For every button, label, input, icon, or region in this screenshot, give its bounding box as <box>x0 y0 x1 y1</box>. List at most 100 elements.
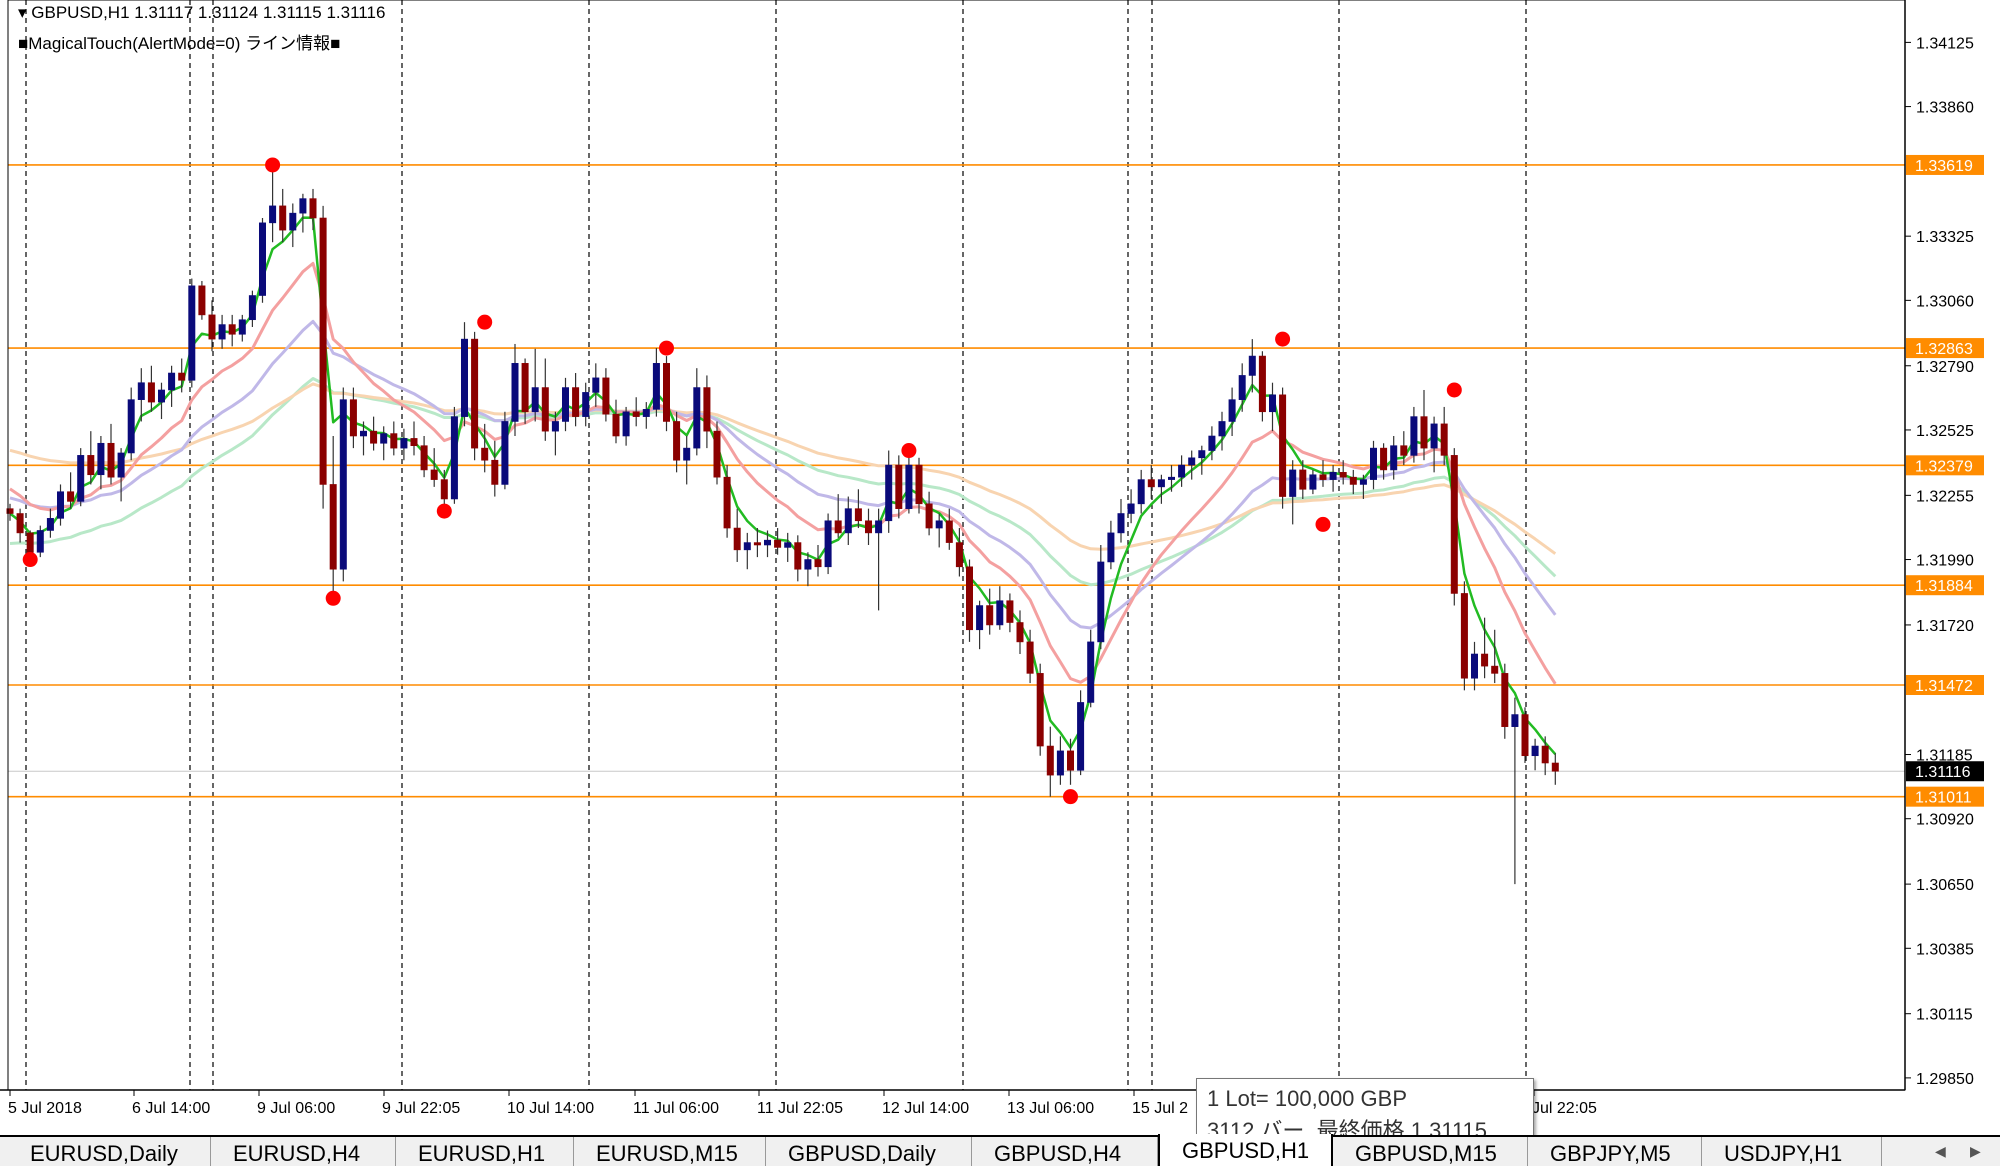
candle-bear <box>178 372 186 381</box>
candle-bull <box>269 205 277 224</box>
candle-bull <box>1157 479 1165 488</box>
level-price-label: 1.32379 <box>1915 458 1973 475</box>
candle-bear <box>713 430 721 478</box>
candle-bull <box>1329 472 1337 480</box>
candle-bull <box>1410 416 1418 456</box>
candle-bull <box>400 438 408 449</box>
candle-bull <box>299 198 307 214</box>
candle-bear <box>481 447 489 461</box>
time-tick-label: 12 Jul 14:00 <box>882 1100 969 1117</box>
tab-eurusd-h4[interactable]: EURUSD,H4 <box>211 1137 396 1166</box>
candle-bear <box>753 542 761 546</box>
candle-bear <box>814 559 822 568</box>
candle-bull <box>258 222 266 296</box>
tab-eurusd-daily[interactable]: EURUSD,Daily <box>8 1137 211 1166</box>
swing-point-marker <box>477 314 493 330</box>
candle-bear <box>1339 472 1347 478</box>
time-tick-label: 6 Jul 14:00 <box>132 1100 210 1117</box>
chart-tabs-bar: EURUSD,Daily EURUSD,H4 EURUSD,H1 EURUSD,… <box>0 1134 2000 1166</box>
candle-bear <box>309 198 317 219</box>
candle-bull <box>1137 479 1145 505</box>
candle-bear <box>147 382 155 403</box>
candle-bear <box>26 532 34 553</box>
candle-bull <box>218 324 226 340</box>
tab-eurusd-m15[interactable]: EURUSD,M15 <box>574 1137 766 1166</box>
candle-bull <box>622 411 630 437</box>
candle-bull <box>905 464 913 509</box>
tab-scroll-right-icon[interactable]: ▶ <box>1970 1143 1981 1160</box>
candle-bear <box>410 438 418 446</box>
candle-bear <box>925 503 933 529</box>
candle-bear <box>834 520 842 534</box>
candle-bull <box>1117 513 1125 534</box>
candle-bull <box>1218 421 1226 437</box>
swing-point-marker <box>1446 382 1462 398</box>
tab-usdjpy-h1[interactable]: USDJPY,H1 <box>1702 1137 1882 1166</box>
candle-bear <box>1067 750 1075 771</box>
price-tick-label: 1.32525 <box>1916 423 1974 440</box>
tab-gbpusd-h4[interactable]: GBPUSD,H4 <box>972 1137 1158 1166</box>
tab-label: EURUSD,H4 <box>233 1141 361 1166</box>
level-price-label: 1.31884 <box>1915 578 1973 595</box>
candle-bull <box>561 387 569 422</box>
tab-label: GBPUSD,H4 <box>994 1141 1122 1166</box>
candle-bull <box>743 542 751 551</box>
candle-bear <box>390 433 398 449</box>
candle-bull <box>1390 445 1398 471</box>
time-tick-label: 9 Jul 06:00 <box>257 1100 335 1117</box>
price-tick-label: 1.33060 <box>1916 293 1974 310</box>
candle-bull <box>1289 469 1297 497</box>
candle-bear <box>1380 447 1388 471</box>
candle-bear <box>349 399 357 437</box>
candle-bull <box>1228 399 1236 422</box>
candle-bear <box>319 217 327 485</box>
candle-bear <box>1279 394 1287 497</box>
time-tick-label: 9 Jul 22:05 <box>382 1100 460 1117</box>
tab-gbpusd-m15[interactable]: GBPUSD,M15 <box>1333 1137 1528 1166</box>
candle-bull <box>188 285 196 381</box>
tab-eurusd-h1[interactable]: EURUSD,H1 <box>396 1137 574 1166</box>
chart-menu-arrow-icon[interactable]: ▾ <box>18 3 27 22</box>
candle-bear <box>632 411 640 417</box>
price-tick-label: 1.30115 <box>1916 1007 1973 1024</box>
swing-point-marker <box>659 340 674 356</box>
tab-gbpjpy-m5[interactable]: GBPJPY,M5 <box>1528 1137 1702 1166</box>
tooltip-lot-size: 1 Lot= 100,000 GBP <box>1207 1086 1407 1111</box>
tab-gbpusd-h1[interactable]: GBPUSD,H1 <box>1158 1134 1333 1166</box>
candle-bull <box>1208 435 1216 451</box>
candle-bull <box>1269 394 1277 413</box>
level-price-label: 1.32863 <box>1915 341 1973 358</box>
candle-bull <box>36 530 44 553</box>
candle-bull <box>380 433 388 444</box>
price-chart[interactable]: 1.34125 1.33860 1.33325 1.33060 1.32790 1.325… <box>0 0 2000 1135</box>
candle-bull <box>339 399 347 570</box>
candle-bear <box>440 479 448 500</box>
candle-bear <box>1460 593 1468 679</box>
candle-bull <box>824 520 832 568</box>
candle-bear <box>1006 600 1014 623</box>
price-tick-label: 1.31990 <box>1916 553 1974 570</box>
candle-bear <box>67 491 75 502</box>
candle-bull <box>97 442 105 476</box>
candle-bull <box>248 295 256 321</box>
time-tick-label: 10 Jul 14:00 <box>507 1100 594 1117</box>
candle-bear <box>955 542 963 568</box>
price-tick-label: 1.30385 <box>1916 941 1974 958</box>
candle-bull <box>289 212 297 231</box>
candle-bull <box>511 363 519 422</box>
candle-bear <box>1551 762 1559 772</box>
candle-bear <box>864 520 872 534</box>
candle-bull <box>1127 503 1135 514</box>
candle-bear <box>471 338 479 449</box>
candle-bear <box>420 445 428 471</box>
chart-area[interactable]: 1.34125 1.33860 1.33325 1.33060 1.32790 1.325… <box>0 0 2000 1135</box>
candle-bull <box>137 382 145 400</box>
candle-bull <box>1511 714 1519 727</box>
candle-bull <box>77 455 85 502</box>
candle-bull <box>1077 702 1085 771</box>
candle-bear <box>1440 423 1448 456</box>
candle-bull <box>551 421 559 432</box>
tab-scroll-left-icon[interactable]: ◀ <box>1935 1143 1946 1160</box>
candle-bull <box>501 421 509 485</box>
tab-gbpusd-daily[interactable]: GBPUSD,Daily <box>766 1137 972 1166</box>
